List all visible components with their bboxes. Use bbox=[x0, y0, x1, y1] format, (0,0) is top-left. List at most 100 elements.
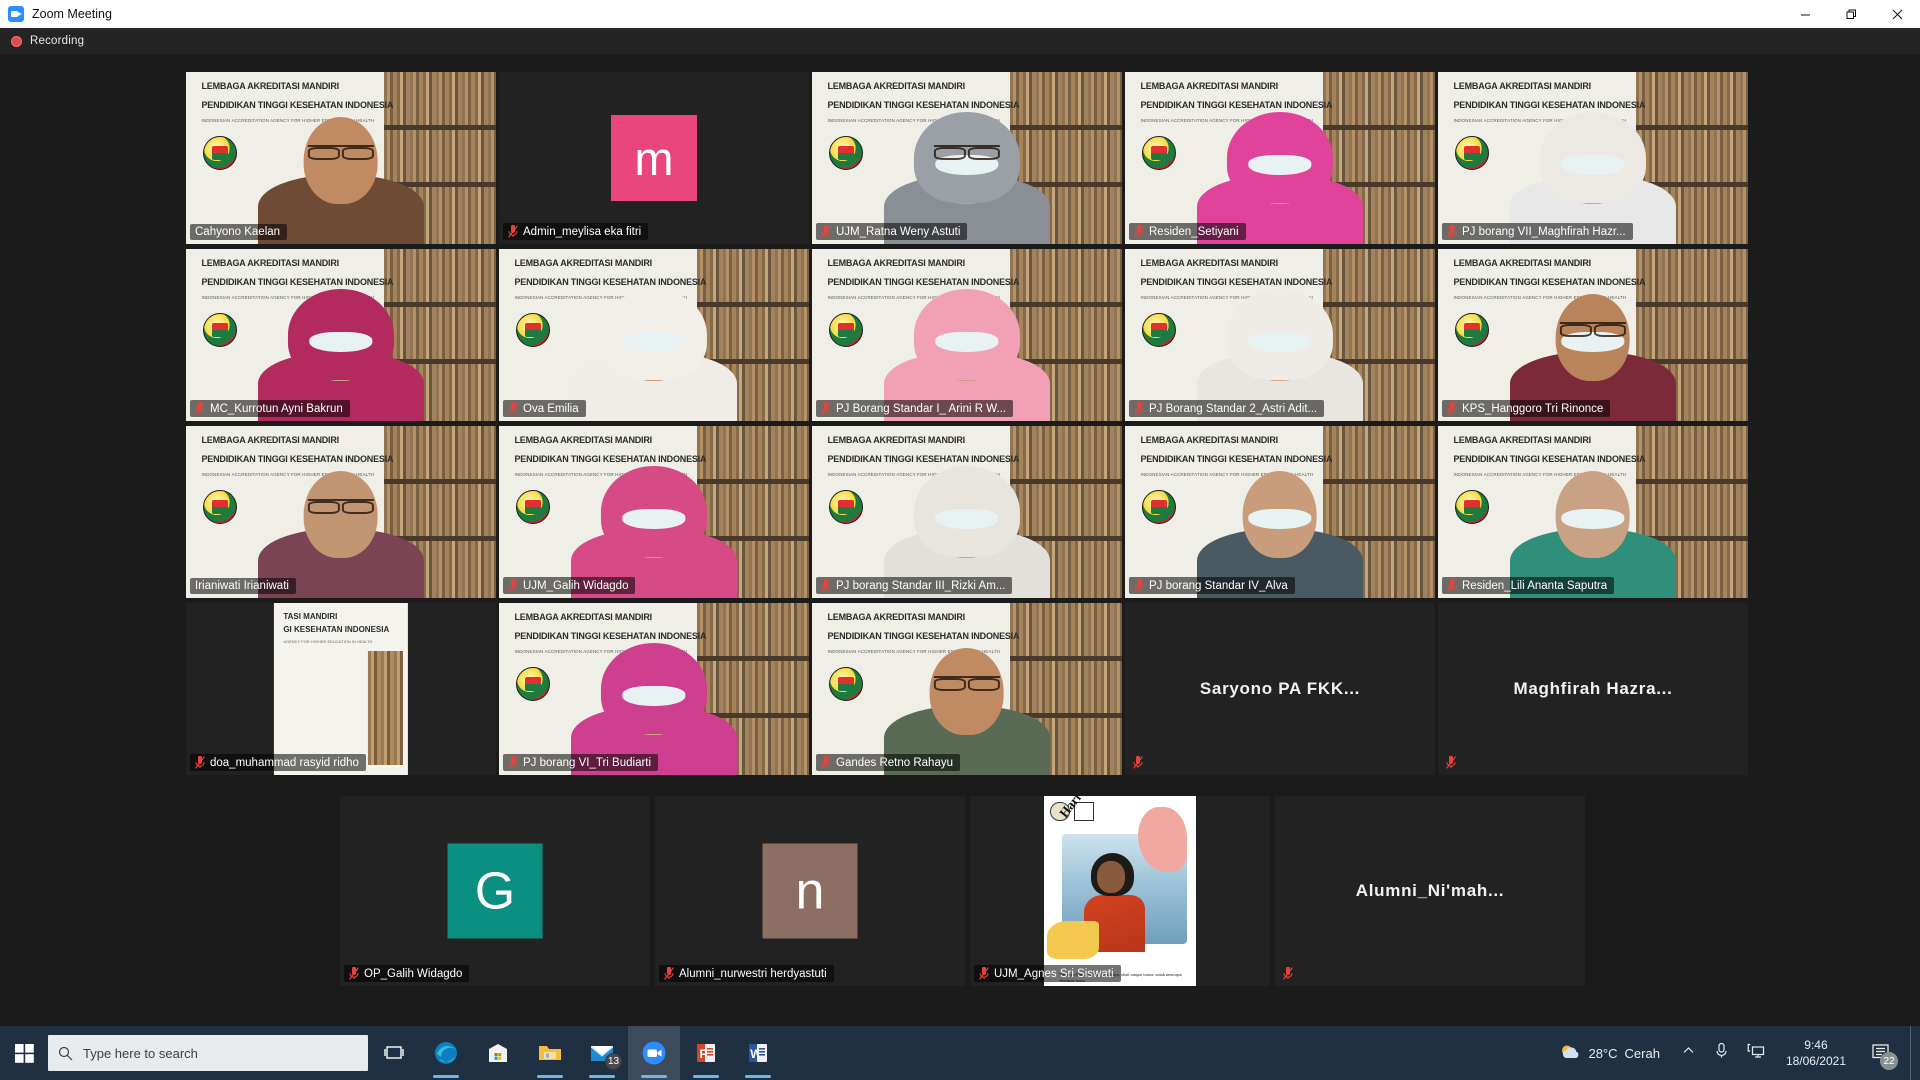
microphone-muted-icon bbox=[1283, 967, 1293, 980]
vbg-line2: PENDIDIKAN TINGGI KESEHATAN INDONESIA bbox=[201, 276, 394, 287]
action-center-icon[interactable]: 22 bbox=[1864, 1026, 1898, 1080]
vbg-line1: LEMBAGA AKREDITASI MANDIRI bbox=[827, 80, 966, 91]
running-indicator bbox=[693, 1075, 719, 1078]
participant-tile[interactable]: LEMBAGA AKREDITASI MANDIRI PENDIDIKAN TI… bbox=[499, 603, 809, 775]
participant-tile[interactable]: Hari Kusta Sedunia 2021 Temukan Kasus, P… bbox=[970, 796, 1270, 986]
participant-name: PJ Borang Standar 2_Astri Adit... bbox=[1149, 402, 1318, 415]
search-placeholder: Type here to search bbox=[83, 1045, 198, 1061]
participant-tile[interactable]: LEMBAGA AKREDITASI MANDIRI PENDIDIKAN TI… bbox=[499, 426, 809, 598]
zoom-icon[interactable] bbox=[628, 1026, 680, 1080]
participant-tile[interactable]: Maghfirah Hazra... bbox=[1438, 603, 1748, 775]
running-indicator bbox=[537, 1075, 563, 1078]
clock[interactable]: 9:46 18/06/2021 bbox=[1780, 1037, 1852, 1069]
participant-nameplate: PJ Borang Standar I_ Arini R W... bbox=[816, 400, 1014, 417]
word-icon[interactable]: W bbox=[732, 1026, 784, 1080]
recording-indicator-bar: Recording bbox=[0, 28, 1920, 54]
participant-tile[interactable]: G OP_Galih Widagdo bbox=[340, 796, 650, 986]
search-icon bbox=[58, 1046, 73, 1060]
lamkes-logo bbox=[1455, 312, 1490, 347]
edge-icon[interactable] bbox=[420, 1026, 472, 1080]
participant-name-placeholder: Maghfirah Hazra... bbox=[1513, 679, 1673, 698]
microphone-muted-icon bbox=[979, 967, 989, 980]
vbg-line1: LEMBAGA AKREDITASI MANDIRI bbox=[827, 611, 966, 622]
microphone-icon[interactable] bbox=[1711, 1042, 1732, 1064]
microphone-muted-icon bbox=[1133, 756, 1143, 769]
participant-tile[interactable]: LEMBAGA AKREDITASI MANDIRI PENDIDIKAN TI… bbox=[812, 426, 1122, 598]
microphone-muted-icon bbox=[664, 967, 674, 980]
participant-nameplate: Residen_Setiyani bbox=[1129, 223, 1246, 240]
running-indicator bbox=[433, 1075, 459, 1078]
participant-nameplate: Cahyono Kaelan bbox=[190, 224, 288, 240]
microphone-muted-icon bbox=[1447, 579, 1457, 592]
participant-name: PJ Borang Standar I_ Arini R W... bbox=[836, 402, 1007, 415]
participant-tile[interactable]: LEMBAGA AKREDITASI MANDIRI PENDIDIKAN TI… bbox=[186, 72, 496, 244]
vbg-line1: LEMBAGA AKREDITASI MANDIRI bbox=[1453, 434, 1592, 445]
record-stop-icon[interactable] bbox=[11, 35, 22, 47]
doc-line1: TASI MANDIRI bbox=[283, 611, 338, 621]
vbg-line2: PENDIDIKAN TINGGI KESEHATAN INDONESIA bbox=[827, 453, 1020, 464]
participant-tile[interactable]: LEMBAGA AKREDITASI MANDIRI PENDIDIKAN TI… bbox=[1125, 426, 1435, 598]
participant-tile[interactable]: Alumni_Ni'mah... bbox=[1275, 796, 1585, 986]
task-view-icon[interactable] bbox=[368, 1026, 420, 1080]
minimize-button[interactable] bbox=[1782, 0, 1828, 28]
participant-nameplate: MC_Kurrotun Ayni Bakrun bbox=[190, 400, 350, 417]
close-button[interactable] bbox=[1874, 0, 1920, 28]
network-computer-icon[interactable] bbox=[1744, 1043, 1768, 1064]
avatar: m bbox=[611, 115, 697, 201]
participant-tile[interactable]: Saryono PA FKK... bbox=[1125, 603, 1435, 775]
participant-tile[interactable]: LEMBAGA AKREDITASI MANDIRI PENDIDIKAN TI… bbox=[812, 603, 1122, 775]
svg-text:P: P bbox=[700, 1047, 708, 1061]
participant-nameplate: PJ borang Standar III_Rizki Am... bbox=[816, 577, 1013, 594]
participant-name: PJ borang Standar IV_Alva bbox=[1149, 579, 1288, 592]
mail-icon[interactable]: 13 bbox=[576, 1026, 628, 1080]
participant-name: UJM_Ratna Weny Astuti bbox=[836, 225, 961, 238]
participant-tile[interactable]: m Admin_meylisa eka fitri bbox=[499, 72, 809, 244]
windows-start-icon[interactable] bbox=[0, 1026, 48, 1080]
participant-tile[interactable]: TASI MANDIRI GI KESEHATAN INDONESIA AGEN… bbox=[186, 603, 496, 775]
participant-tile[interactable]: LEMBAGA AKREDITASI MANDIRI PENDIDIKAN TI… bbox=[812, 249, 1122, 421]
participant-nameplate: Irianiwati Irianiwati bbox=[190, 578, 296, 594]
vbg-line1: LEMBAGA AKREDITASI MANDIRI bbox=[1140, 434, 1279, 445]
participant-nameplate: UJM_Ratna Weny Astuti bbox=[816, 223, 968, 240]
participant-name: KPS_Hanggoro Tri Rinonce bbox=[1462, 402, 1604, 415]
microphone-muted-icon bbox=[821, 756, 831, 769]
chevron-up-icon[interactable] bbox=[1678, 1044, 1699, 1062]
show-desktop-button[interactable] bbox=[1910, 1026, 1916, 1080]
participant-tile[interactable]: LEMBAGA AKREDITASI MANDIRI PENDIDIKAN TI… bbox=[1438, 72, 1748, 244]
powerpoint-icon[interactable]: P bbox=[680, 1026, 732, 1080]
weather-widget[interactable]: 28°C Cerah bbox=[1553, 1042, 1665, 1064]
restore-button[interactable] bbox=[1828, 0, 1874, 28]
lamkes-logo bbox=[1142, 312, 1177, 347]
vbg-line2: PENDIDIKAN TINGGI KESEHATAN INDONESIA bbox=[1140, 276, 1333, 287]
vbg-line2: PENDIDIKAN TINGGI KESEHATAN INDONESIA bbox=[1453, 276, 1646, 287]
participant-tile[interactable]: n Alumni_nurwestri herdyastuti bbox=[655, 796, 965, 986]
partly-sunny-icon bbox=[1562, 1045, 1579, 1058]
vbg-line1: LEMBAGA AKREDITASI MANDIRI bbox=[1140, 257, 1279, 268]
vbg-line1: LEMBAGA AKREDITASI MANDIRI bbox=[1453, 80, 1592, 91]
microphone-muted-icon bbox=[349, 967, 359, 980]
file-explorer-icon[interactable] bbox=[524, 1026, 576, 1080]
participant-tile[interactable]: LEMBAGA AKREDITASI MANDIRI PENDIDIKAN TI… bbox=[1125, 249, 1435, 421]
participant-nameplate: Ova Emilia bbox=[503, 400, 586, 417]
vbg-line1: LEMBAGA AKREDITASI MANDIRI bbox=[514, 257, 653, 268]
participant-tile[interactable]: LEMBAGA AKREDITASI MANDIRI PENDIDIKAN TI… bbox=[186, 249, 496, 421]
participant-tile[interactable]: LEMBAGA AKREDITASI MANDIRI PENDIDIKAN TI… bbox=[499, 249, 809, 421]
lamkes-logo bbox=[829, 312, 864, 347]
microphone-muted-icon bbox=[508, 579, 518, 592]
search-input[interactable]: Type here to search bbox=[48, 1035, 368, 1071]
participant-video-figure bbox=[258, 116, 424, 244]
participant-tile[interactable]: LEMBAGA AKREDITASI MANDIRI PENDIDIKAN TI… bbox=[812, 72, 1122, 244]
microsoft-store-icon[interactable] bbox=[472, 1026, 524, 1080]
microphone-muted-icon bbox=[821, 579, 831, 592]
participant-nameplate: PJ Borang Standar 2_Astri Adit... bbox=[1129, 400, 1325, 417]
participant-tile[interactable]: LEMBAGA AKREDITASI MANDIRI PENDIDIKAN TI… bbox=[1125, 72, 1435, 244]
lamkes-logo bbox=[203, 135, 238, 170]
recording-label: Recording bbox=[30, 35, 85, 47]
vbg-line1: LEMBAGA AKREDITASI MANDIRI bbox=[827, 434, 966, 445]
lamkes-logo bbox=[829, 135, 864, 170]
participant-name: UJM_Galih Widagdo bbox=[523, 579, 629, 592]
participant-tile[interactable]: LEMBAGA AKREDITASI MANDIRI PENDIDIKAN TI… bbox=[1438, 426, 1748, 598]
participant-tile[interactable]: LEMBAGA AKREDITASI MANDIRI PENDIDIKAN TI… bbox=[186, 426, 496, 598]
participant-tile[interactable]: LEMBAGA AKREDITASI MANDIRI PENDIDIKAN TI… bbox=[1438, 249, 1748, 421]
participant-nameplate: UJM_Galih Widagdo bbox=[503, 577, 636, 594]
